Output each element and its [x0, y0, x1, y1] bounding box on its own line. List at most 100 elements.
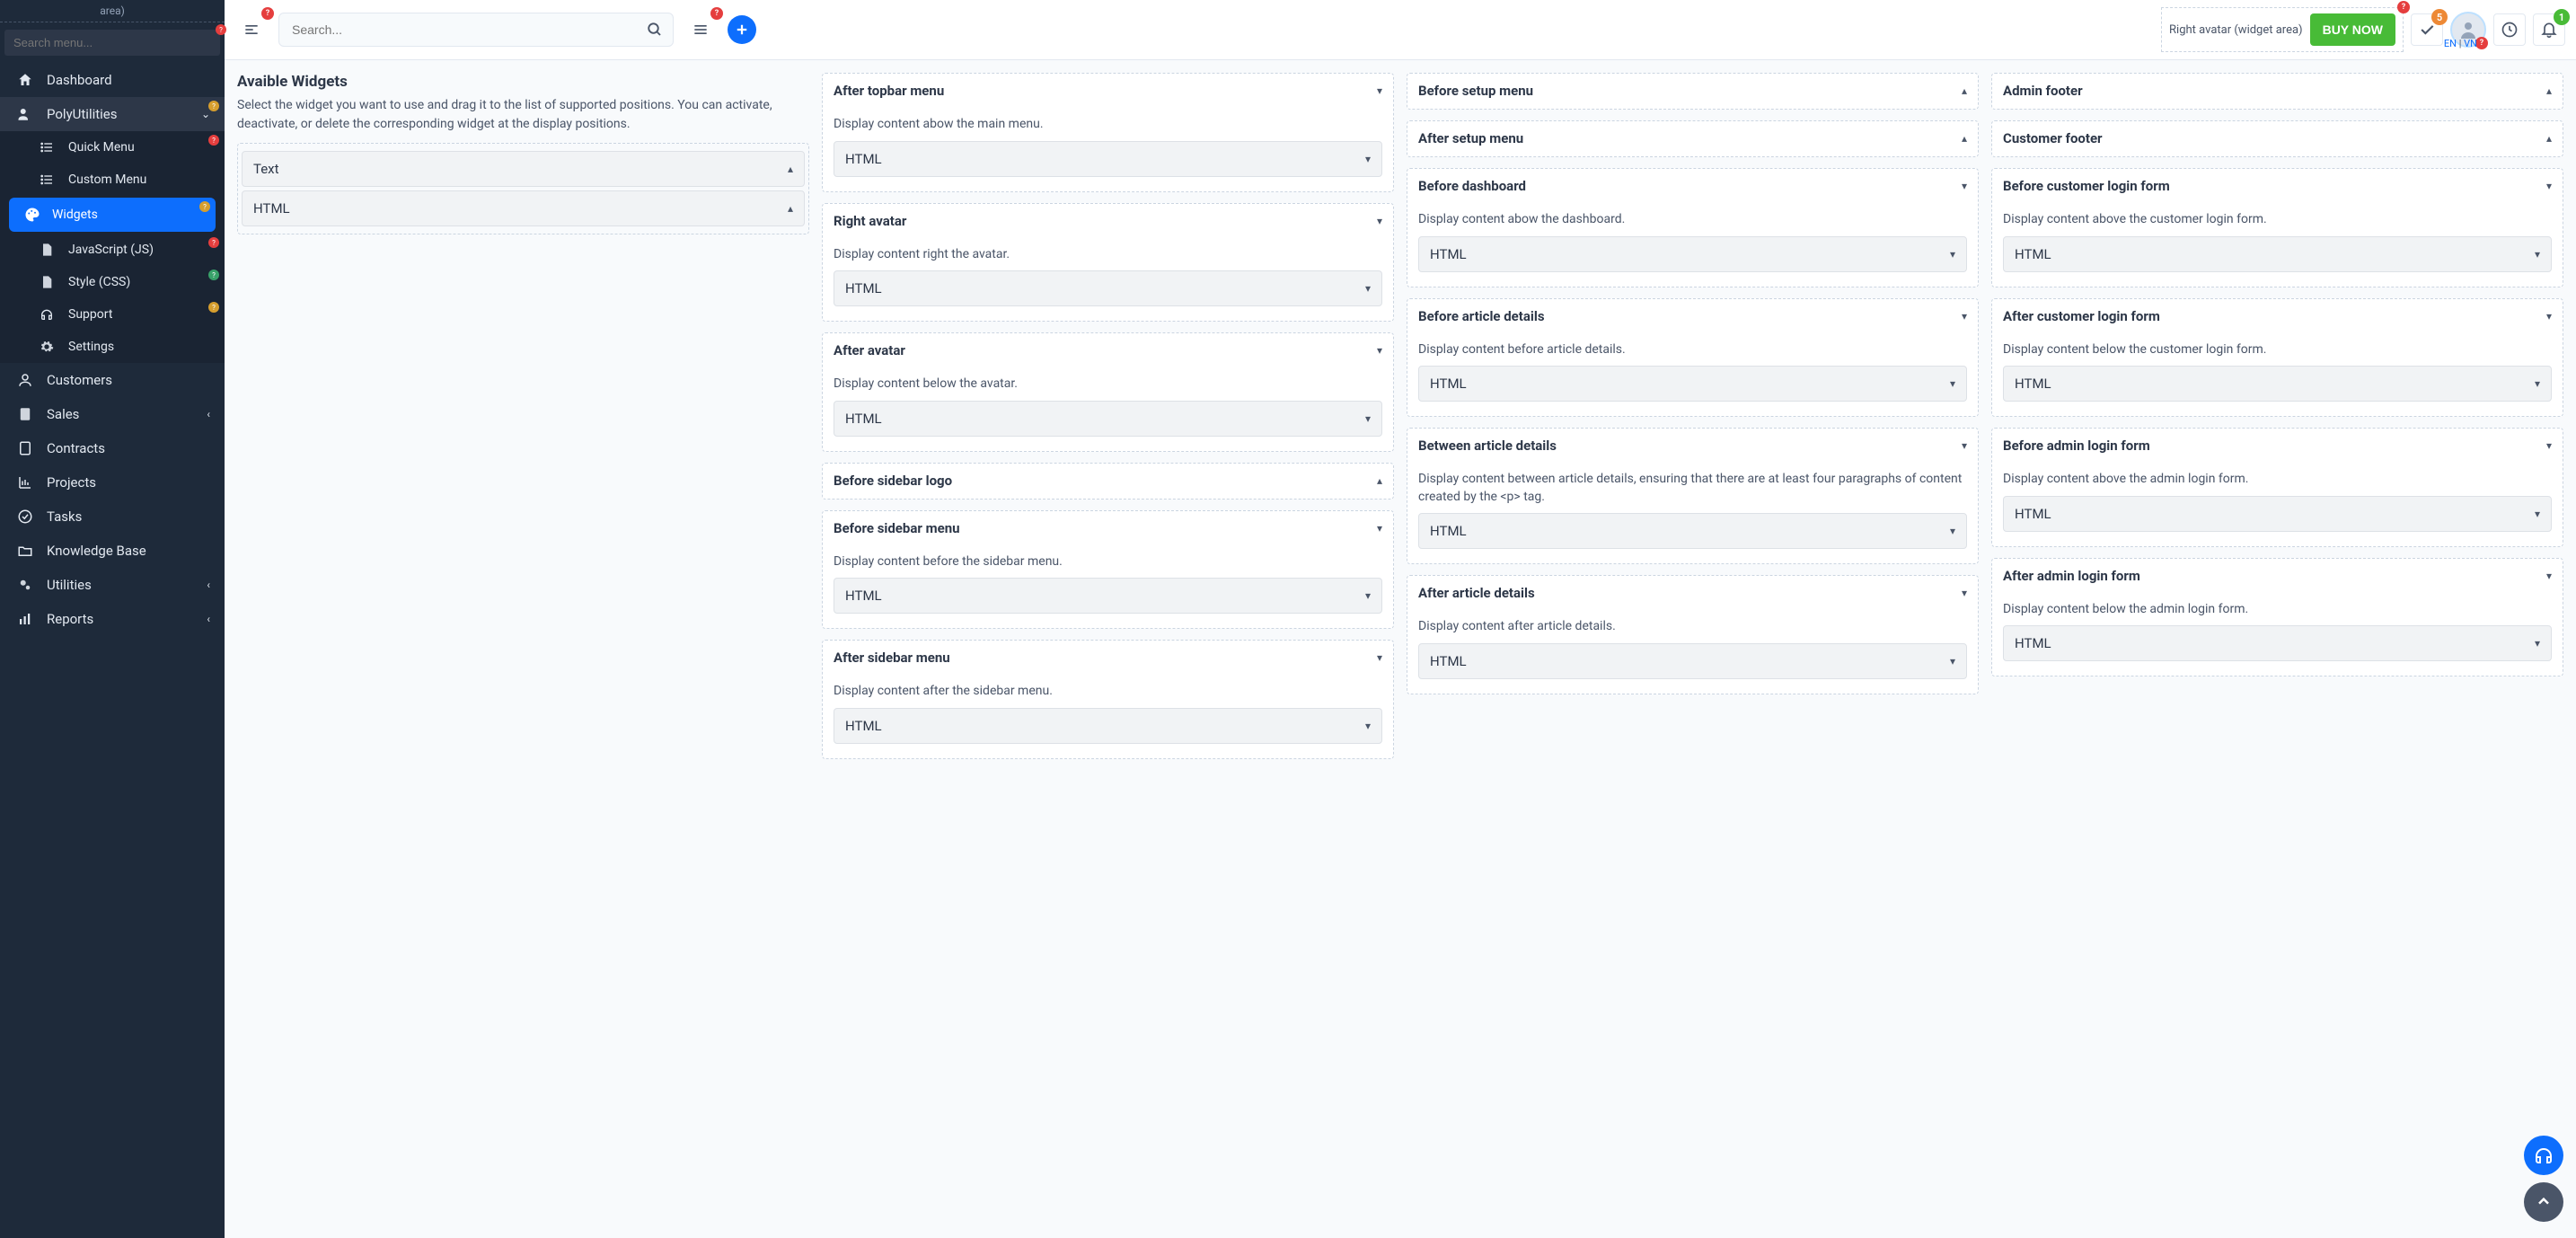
lang-vn-link[interactable]: VN	[2464, 38, 2477, 49]
sidebar-item-projects[interactable]: Projects	[0, 465, 225, 500]
position-title: Right avatar	[834, 213, 906, 229]
floating-support-button[interactable]	[2524, 1136, 2563, 1175]
position-desc: Display content above the customer login…	[2003, 211, 2552, 229]
caret-down-icon: ▾	[1950, 655, 1955, 668]
sidebar-item-polyutilities[interactable]: PolyUtilities ⌄ ?	[0, 97, 225, 131]
help-badge-icon: ?	[2475, 37, 2488, 49]
user-icon	[14, 372, 36, 388]
position-header[interactable]: After article details▾	[1407, 576, 1978, 611]
position-header[interactable]: Before customer login form▾	[1992, 169, 2563, 204]
position-header[interactable]: After avatar▾	[823, 333, 1393, 368]
help-badge-icon: ?	[710, 7, 723, 20]
position-before-setup-menu: Before setup menu▴	[1407, 73, 1979, 110]
activity-button[interactable]	[2493, 13, 2526, 46]
caret-up-icon: ▴	[788, 202, 793, 215]
sidebar-item-label: Support	[68, 307, 112, 322]
sidebar-item-label: Custom Menu	[68, 172, 146, 187]
assigned-widget[interactable]: HTML▾	[2003, 366, 2552, 402]
buy-now-button[interactable]: BUY NOW	[2310, 13, 2395, 46]
sidebar-item-contracts[interactable]: Contracts	[0, 431, 225, 465]
polyutilities-submenu: Quick Menu ? Custom Menu Widgets ?	[0, 131, 225, 363]
caret-down-icon: ▾	[1365, 589, 1371, 602]
sidebar-item-style[interactable]: Style (CSS) ?	[0, 266, 225, 298]
caret-down-icon: ▾	[2546, 439, 2552, 452]
sidebar-item-settings[interactable]: Settings	[0, 331, 225, 363]
position-header[interactable]: After topbar menu▾	[823, 74, 1393, 109]
assigned-widget[interactable]: HTML▾	[834, 270, 1382, 306]
approvals-count-badge: 5	[2431, 9, 2448, 25]
position-desc: Display content between article details,…	[1418, 471, 1967, 506]
assigned-widget[interactable]: HTML▾	[1418, 513, 1967, 549]
position-header[interactable]: Before admin login form▾	[1992, 429, 2563, 464]
sidebar-item-knowledge-base[interactable]: Knowledge Base	[0, 534, 225, 568]
sidebar-item-dashboard[interactable]: Dashboard	[0, 63, 225, 97]
assigned-widget[interactable]: HTML▾	[834, 141, 1382, 177]
file-code-icon	[36, 243, 57, 257]
sidebar-item-customers[interactable]: Customers	[0, 363, 225, 397]
sidebar-item-quick-menu[interactable]: Quick Menu ?	[0, 131, 225, 164]
search-input[interactable]	[278, 13, 674, 47]
available-widgets-desc: Select the widget you want to use and dr…	[237, 96, 809, 134]
caret-down-icon: ▾	[2535, 508, 2540, 520]
position-header[interactable]: Before sidebar menu▾	[823, 511, 1393, 546]
sidebar-item-label: Sales	[47, 406, 79, 422]
position-header[interactable]: Before setup menu▴	[1407, 74, 1978, 109]
position-header[interactable]: Right avatar▾	[823, 204, 1393, 239]
assigned-widget[interactable]: HTML▾	[1418, 236, 1967, 272]
position-before-article: Before article details▾ Display content …	[1407, 298, 1979, 418]
sidebar-item-javascript[interactable]: JavaScript (JS) ?	[0, 234, 225, 266]
position-header[interactable]: After customer login form▾	[1992, 299, 2563, 334]
caret-down-icon: ▾	[2546, 310, 2552, 323]
caret-down-icon: ▾	[2535, 637, 2540, 650]
position-header[interactable]: Customer footer▴	[1992, 121, 2563, 156]
assigned-widget[interactable]: HTML▾	[834, 708, 1382, 744]
toggle-sidebar-button[interactable]: ?	[235, 13, 268, 46]
sidebar-item-tasks[interactable]: Tasks	[0, 500, 225, 534]
notifications-button[interactable]: 1	[2533, 13, 2565, 46]
position-header[interactable]: Before dashboard▾	[1407, 169, 1978, 204]
positions-column-3: Admin footer▴ Customer footer▴ Before cu…	[1991, 73, 2563, 676]
position-header[interactable]: Before sidebar logo▴	[823, 464, 1393, 499]
sidebar-item-custom-menu[interactable]: Custom Menu	[0, 164, 225, 196]
scroll-to-top-button[interactable]	[2524, 1182, 2563, 1222]
lang-en-link[interactable]: EN	[2444, 38, 2457, 49]
caret-up-icon: ▴	[1962, 132, 1967, 145]
sidebar: area) ? Dashboard PolyUtilities ⌄ ?	[0, 0, 225, 1238]
widget-html-block[interactable]: HTML ▴	[242, 190, 805, 226]
sidebar-item-sales[interactable]: Sales ‹	[0, 397, 225, 431]
assigned-widget[interactable]: HTML▾	[2003, 496, 2552, 532]
file-icon	[36, 275, 57, 289]
quick-menu-button[interactable]: ?	[684, 13, 717, 46]
sidebar-item-support[interactable]: Support ?	[0, 298, 225, 331]
position-header[interactable]: Between article details▾	[1407, 429, 1978, 464]
assigned-widget[interactable]: HTML▾	[834, 401, 1382, 437]
help-badge-icon: ?	[208, 135, 219, 146]
sidebar-item-reports[interactable]: Reports ‹	[0, 602, 225, 636]
assigned-widget[interactable]: HTML▾	[1418, 643, 1967, 679]
assigned-widget[interactable]: HTML▾	[834, 578, 1382, 614]
position-header[interactable]: After setup menu▴	[1407, 121, 1978, 156]
position-header[interactable]: Admin footer▴	[1992, 74, 2563, 109]
assigned-widget[interactable]: HTML▾	[2003, 236, 2552, 272]
position-header[interactable]: Before article details▾	[1407, 299, 1978, 334]
widget-label: HTML	[2015, 635, 2051, 651]
widget-text-block[interactable]: Text ▴	[242, 151, 805, 187]
assigned-widget[interactable]: HTML ▾	[2003, 625, 2552, 661]
sidebar-search-wrap: ?	[0, 22, 225, 63]
topbar: ? ? Right avatar (widget area) BUY NOW ?	[225, 0, 2576, 60]
search-icon[interactable]	[647, 22, 663, 38]
caret-down-icon: ▾	[1377, 651, 1382, 664]
add-button[interactable]	[728, 15, 756, 44]
position-before-dashboard: Before dashboard▾ Display content abow t…	[1407, 168, 1979, 287]
sidebar-search-input[interactable]	[4, 30, 220, 56]
gears-icon	[14, 577, 36, 593]
assigned-widget[interactable]: HTML▾	[1418, 366, 1967, 402]
sidebar-item-utilities[interactable]: Utilities ‹	[0, 568, 225, 602]
caret-down-icon: ▾	[1365, 412, 1371, 425]
sidebar-item-label: Customers	[47, 372, 112, 388]
position-header[interactable]: After sidebar menu▾	[823, 641, 1393, 676]
sidebar-item-label: Settings	[68, 340, 114, 354]
position-header[interactable]: After admin login form▾	[1992, 559, 2563, 594]
approvals-button[interactable]: 5	[2411, 13, 2443, 46]
sidebar-item-widgets[interactable]: Widgets ?	[9, 198, 216, 232]
